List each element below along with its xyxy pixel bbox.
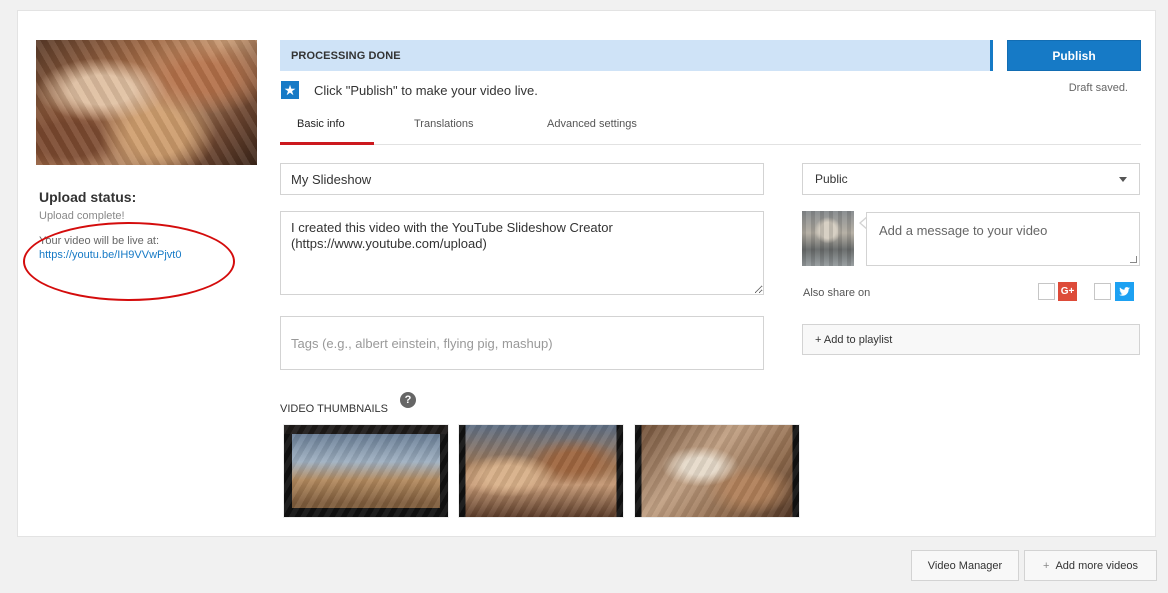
add-more-videos-button[interactable]: + Add more videos <box>1024 550 1157 581</box>
publish-hint-text: Click "Publish" to make your video live. <box>314 83 538 98</box>
tab-advanced-settings[interactable]: Advanced settings <box>547 118 637 130</box>
publish-button[interactable]: Publish <box>1007 40 1141 71</box>
google-plus-share-checkbox[interactable] <box>1038 283 1055 300</box>
tab-basic-info[interactable]: Basic info <box>297 118 345 130</box>
share-message-input[interactable]: Add a message to your video <box>866 212 1140 266</box>
description-input[interactable]: I created this video with the YouTube Sl… <box>280 211 764 295</box>
avatar <box>802 211 854 266</box>
draft-saved-text: Draft saved. <box>1068 82 1128 94</box>
chevron-down-icon <box>1119 176 1127 182</box>
message-placeholder: Add a message to your video <box>879 223 1048 238</box>
tags-input[interactable]: Tags (e.g., albert einstein, flying pig,… <box>280 316 764 370</box>
upload-status-title: Upload status: <box>39 189 137 205</box>
processing-status-text: PROCESSING DONE <box>291 50 401 62</box>
tab-translations[interactable]: Translations <box>414 118 474 130</box>
video-thumbnail-option-3[interactable] <box>634 424 800 518</box>
annotation-ellipse <box>23 222 235 301</box>
add-to-playlist-button[interactable]: + Add to playlist <box>802 324 1140 355</box>
also-share-label: Also share on <box>803 287 871 299</box>
active-tab-underline <box>280 142 374 145</box>
video-thumbnail-option-1[interactable] <box>283 424 449 518</box>
tab-bar: Basic info Translations Advanced setting… <box>280 109 1141 145</box>
video-thumbnails-label: VIDEO THUMBNAILS <box>280 403 388 415</box>
privacy-selected-value: Public <box>815 172 848 186</box>
add-more-videos-label: Add more videos <box>1055 559 1138 572</box>
video-preview-thumbnail <box>36 40 257 165</box>
video-thumbnail-option-2[interactable] <box>458 424 624 518</box>
processing-status-bar: PROCESSING DONE <box>280 40 993 71</box>
google-plus-icon: G+ <box>1058 282 1077 301</box>
upload-complete-text: Upload complete! <box>39 210 125 222</box>
plus-icon: + <box>1043 559 1050 572</box>
tags-placeholder: Tags (e.g., albert einstein, flying pig,… <box>291 335 553 351</box>
video-manager-button[interactable]: Video Manager <box>911 550 1019 581</box>
star-icon: ★ <box>281 81 299 99</box>
twitter-share-checkbox[interactable] <box>1094 283 1111 300</box>
title-input[interactable] <box>280 163 764 195</box>
privacy-select[interactable]: Public <box>802 163 1140 195</box>
help-icon[interactable]: ? <box>400 392 416 408</box>
upload-card: Upload status: Upload complete! Your vid… <box>17 10 1156 537</box>
twitter-icon <box>1115 282 1134 301</box>
resize-grip-icon[interactable] <box>1130 256 1137 263</box>
